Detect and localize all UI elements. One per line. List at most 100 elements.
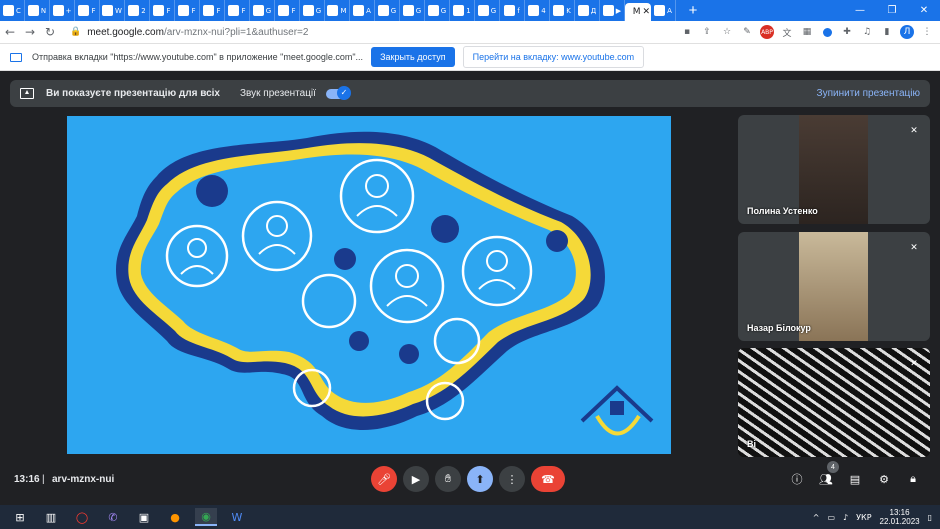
camera-toggle-button[interactable]: ▶ (403, 466, 429, 492)
end-call-button[interactable]: ☎ (531, 466, 565, 492)
participant-tile[interactable]: ✕ Ві (738, 348, 930, 457)
tab-favicon-icon (453, 5, 465, 16)
media-icon[interactable]: ♫ (860, 25, 874, 39)
meeting-info-icon[interactable]: ⓘ (789, 471, 805, 487)
camera-permission-icon[interactable]: ▪ (680, 25, 694, 39)
sidebar-icon[interactable]: ▮ (880, 25, 894, 39)
share-icon[interactable]: ⇪ (700, 25, 714, 39)
taskbar-time: 13:16 (889, 508, 910, 517)
present-now-button[interactable]: ⬆ (467, 466, 493, 492)
browser-tab[interactable]: + (50, 0, 75, 21)
browser-tab[interactable]: C (0, 0, 25, 21)
minimize-button[interactable]: — (844, 0, 876, 21)
presentation-audio-toggle[interactable]: ✓ (325, 85, 351, 100)
tab-title: G (490, 6, 497, 15)
bookmark-star-icon[interactable]: ☆ (720, 25, 734, 39)
switch-tab-button[interactable]: Перейти на вкладку: www.youtube.com (462, 46, 645, 68)
tab-title: C (16, 6, 21, 15)
tab-title: W (115, 6, 122, 15)
reload-icon[interactable]: ↻ (40, 25, 60, 39)
house-logo-icon (580, 385, 654, 436)
browser-tab[interactable]: G (375, 0, 400, 21)
tab-favicon-icon (553, 5, 565, 16)
back-icon[interactable]: ← (0, 25, 20, 39)
browser-tab[interactable]: F (75, 0, 100, 21)
meeting-controls-bar: 13:16 | arv-mznx-nui 🎤︎ ▶ ✋︎ ⬆ ⋮ ☎ ⓘ 👥︎ … (0, 458, 940, 500)
opera-icon[interactable]: ◯ (71, 508, 93, 526)
raise-hand-button[interactable]: ✋︎ (435, 466, 461, 492)
clock-area[interactable]: 13:16 22.01.2023 (880, 508, 920, 526)
stop-sharing-button[interactable]: Закрыть доступ (371, 47, 455, 67)
mic-toggle-button[interactable]: 🎤︎ (371, 466, 397, 492)
more-menu-icon[interactable]: ⋮ (920, 25, 934, 39)
puzzle-extensions-icon[interactable]: ✚ (840, 25, 854, 39)
maximize-button[interactable]: ❐ (876, 0, 908, 21)
browser-tab[interactable]: ▶ (600, 0, 625, 21)
chat-icon[interactable]: ▤ (847, 471, 863, 487)
browser-tab[interactable]: Д (575, 0, 600, 21)
browser-tab[interactable]: 1 (450, 0, 475, 21)
browser-tab[interactable]: F (150, 0, 175, 21)
tab-close-icon[interactable]: ✕ (642, 7, 650, 17)
browser-tab[interactable]: N (25, 0, 50, 21)
task-view-icon[interactable]: ▥ (40, 508, 62, 526)
chrome-icon[interactable]: ◉ (195, 508, 217, 526)
notifications-icon[interactable]: ▯ (928, 513, 932, 522)
viber-icon[interactable]: ✆ (102, 508, 124, 526)
tab-favicon-icon (602, 5, 614, 16)
browser-tab[interactable]: M (325, 0, 350, 21)
firefox-icon[interactable]: ● (164, 508, 186, 526)
browser-tab[interactable]: f (500, 0, 525, 21)
browser-tab[interactable]: G (425, 0, 450, 21)
tray-expand-icon[interactable]: ^ (813, 513, 820, 522)
stop-presenting-link[interactable]: Зупинити презентацію (817, 88, 920, 99)
activities-icon[interactable]: ⚙ (876, 471, 892, 487)
close-window-button[interactable]: ✕ (908, 0, 940, 21)
participant-tile[interactable]: ✕ Назар Білокур (738, 232, 930, 341)
store-icon[interactable]: ▣ (133, 508, 155, 526)
tab-title: 1 (466, 6, 471, 15)
browser-tab[interactable]: G (400, 0, 425, 21)
browser-tab[interactable]: F (175, 0, 200, 21)
browser-tab[interactable]: A (350, 0, 375, 21)
browser-tab[interactable]: W (100, 0, 125, 21)
language-indicator[interactable]: УКР (856, 513, 871, 522)
browser-tab[interactable]: F (200, 0, 225, 21)
browser-tab[interactable]: G (300, 0, 325, 21)
tab-title: G (415, 6, 422, 15)
grid-extension-icon[interactable]: ▦ (800, 25, 814, 39)
address-bar[interactable]: 🔒 meet.google.com /arv-mznx-nui?pli=1&au… (70, 23, 670, 41)
tab-favicon-icon (178, 5, 190, 16)
browser-tab[interactable]: K (550, 0, 575, 21)
tab-title: F (91, 6, 96, 15)
word-icon[interactable]: W (226, 508, 248, 526)
new-tab-button[interactable]: + (684, 2, 702, 19)
host-controls-icon[interactable]: 🔒︎ (905, 471, 921, 487)
people-icon[interactable]: 👥︎ (818, 471, 834, 487)
tab-favicon-icon (27, 5, 39, 16)
translate-extension-icon[interactable]: 文 (780, 25, 794, 39)
browser-tab[interactable]: 4 (525, 0, 550, 21)
volume-icon[interactable]: ♪ (843, 513, 848, 522)
tab-title: A (366, 6, 371, 15)
network-icon[interactable]: ▭ (827, 513, 835, 522)
active-browser-tab[interactable]: M ✕ (625, 3, 651, 21)
browser-tab[interactable]: G (475, 0, 500, 21)
pen-extension-icon[interactable]: ✎ (740, 25, 754, 39)
adblock-extension-icon[interactable]: ABP (760, 25, 774, 39)
tab-title: Д (590, 6, 597, 15)
browser-tab[interactable]: F (225, 0, 250, 21)
sharing-message: Отправка вкладки "https://www.youtube.co… (32, 52, 364, 62)
forward-icon[interactable]: → (20, 25, 40, 39)
profile-avatar[interactable]: Л (900, 25, 914, 39)
mic-off-icon: ✕ (910, 243, 918, 253)
start-menu-icon[interactable]: ⊞ (9, 508, 31, 526)
browser-tab[interactable]: A (651, 0, 676, 21)
browser-tab[interactable]: G (250, 0, 275, 21)
present-screen-icon (20, 88, 34, 99)
more-options-button[interactable]: ⋮ (499, 466, 525, 492)
browser-tab[interactable]: F (275, 0, 300, 21)
participant-tile[interactable]: ✕ Полина Устенко (738, 115, 930, 224)
blue-dot-extension-icon[interactable] (820, 25, 834, 39)
browser-tab[interactable]: 2 (125, 0, 150, 21)
